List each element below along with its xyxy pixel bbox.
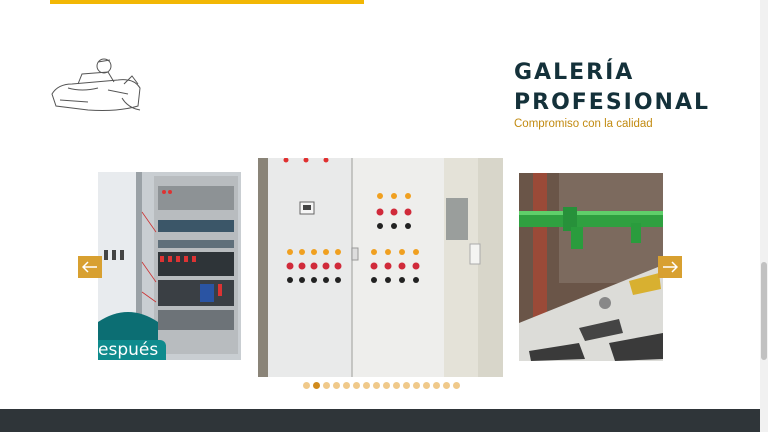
arrow-left-icon (82, 261, 97, 273)
carousel-slide-active[interactable] (258, 158, 503, 377)
top-accent-bar (50, 0, 364, 4)
scrollbar-thumb[interactable] (761, 262, 767, 360)
carousel-pagination (303, 382, 460, 389)
image-carousel: espués (0, 150, 760, 395)
carousel-dot[interactable] (313, 382, 320, 389)
carousel-dot[interactable] (453, 382, 460, 389)
carousel-dot[interactable] (343, 382, 350, 389)
section-title-line2: PROFESIONAL (514, 90, 711, 115)
carousel-dot[interactable] (303, 382, 310, 389)
carousel-dot[interactable] (403, 382, 410, 389)
carousel-dot[interactable] (333, 382, 340, 389)
plumber-sketch-illustration (51, 58, 141, 111)
pipe-installation-photo (519, 173, 663, 361)
section-title: GALERÍA PROFESIONAL (514, 58, 710, 118)
footer-bar (0, 409, 760, 432)
slide-caption: espués (98, 340, 167, 360)
carousel-next-button[interactable] (658, 256, 682, 278)
carousel-dot[interactable] (413, 382, 420, 389)
carousel-dot[interactable] (363, 382, 370, 389)
control-cabinet-photo (258, 158, 503, 377)
carousel-dot[interactable] (423, 382, 430, 389)
electrical-panel-open-photo (98, 172, 241, 360)
carousel-dot[interactable] (443, 382, 450, 389)
section-subtitle: Compromiso con la calidad (514, 118, 653, 130)
carousel-dot[interactable] (383, 382, 390, 389)
carousel-slide-next[interactable] (519, 173, 663, 361)
carousel-slide-prev[interactable]: espués (98, 172, 241, 360)
section-title-line1: GALERÍA (514, 60, 635, 85)
page-scrollbar[interactable] (760, 0, 768, 432)
carousel-dot[interactable] (393, 382, 400, 389)
carousel-prev-button[interactable] (78, 256, 102, 278)
arrow-right-icon (663, 261, 678, 273)
carousel-dot[interactable] (373, 382, 380, 389)
carousel-dot[interactable] (433, 382, 440, 389)
carousel-dot[interactable] (323, 382, 330, 389)
carousel-dot[interactable] (353, 382, 360, 389)
